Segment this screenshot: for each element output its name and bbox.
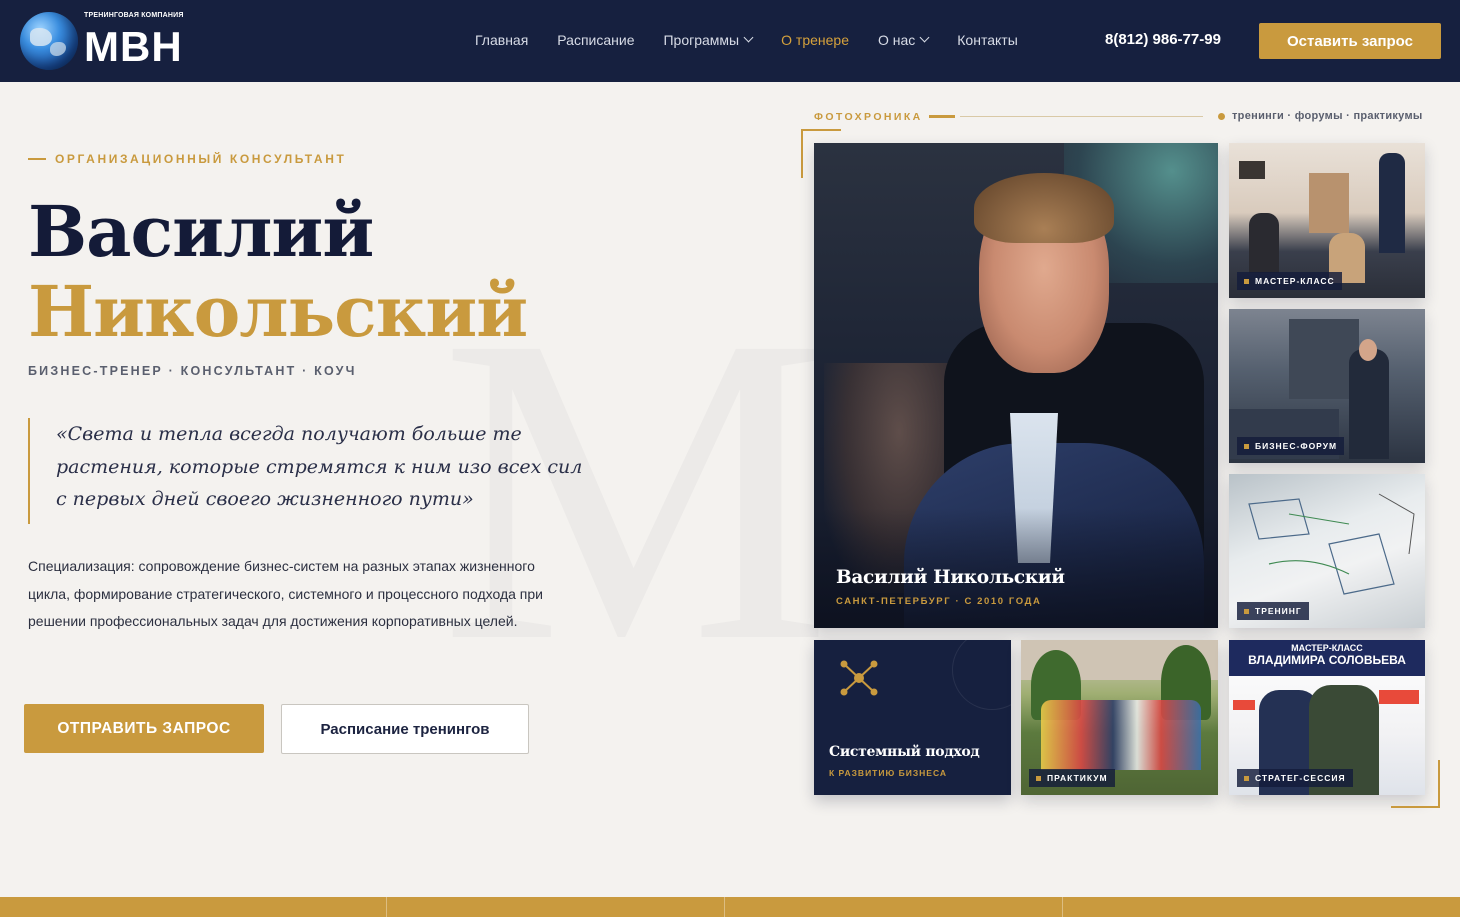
bottom-accent-bar bbox=[0, 897, 1460, 917]
bottom-bar-divider bbox=[1062, 897, 1063, 917]
tile-deco bbox=[1249, 213, 1279, 273]
nav-home[interactable]: Главная bbox=[475, 30, 528, 50]
gallery-tags: тренинги · форумы · практикумы bbox=[1232, 110, 1423, 122]
globe-logo-icon bbox=[20, 12, 78, 70]
nav-programs-label: Программы bbox=[663, 32, 740, 48]
caption-square-icon bbox=[1244, 443, 1249, 449]
caption-square-icon bbox=[1244, 775, 1249, 781]
logo[interactable]: ТРЕНИНГОВАЯ КОМПАНИЯ МВН bbox=[20, 10, 183, 72]
gallery-label: ФОТОХРОНИКА bbox=[814, 111, 923, 123]
chevron-down-icon bbox=[919, 32, 930, 43]
portrait-subtitle: САНКТ-ПЕТЕРБУРГ · С 2010 ГОДА bbox=[836, 596, 1042, 607]
hero-eyebrow: ОРГАНИЗАЦИОННЫЙ КОНСУЛЬТАНТ bbox=[28, 152, 346, 166]
caption-text: БИЗНЕС-ФОРУМ bbox=[1255, 441, 1338, 451]
portrait-name: Василий Никольский bbox=[836, 567, 1065, 588]
gallery-divider bbox=[960, 116, 1203, 117]
caption-square-icon bbox=[1244, 278, 1249, 284]
gallery-accent-line bbox=[929, 115, 955, 118]
tile-deco bbox=[1349, 349, 1389, 459]
photo-tile-training[interactable]: ТРЕНИНГ bbox=[1229, 474, 1425, 628]
photo-tile-business-forum[interactable]: БИЗНЕС-ФОРУМ bbox=[1229, 309, 1425, 463]
poster-line-1: МАСТЕР-КЛАСС bbox=[1291, 643, 1363, 653]
phone-number[interactable]: 8(812) 986-77-99 bbox=[1105, 31, 1221, 48]
eyebrow-dash bbox=[28, 158, 46, 160]
logo-text: ТРЕНИНГОВАЯ КОМПАНИЯ МВН bbox=[84, 12, 184, 70]
leave-request-button[interactable]: Оставить запрос bbox=[1259, 23, 1441, 59]
tile-caption: БИЗНЕС-ФОРУМ bbox=[1237, 437, 1345, 455]
eyebrow-text: ОРГАНИЗАЦИОННЫЙ КОНСУЛЬТАНТ bbox=[55, 152, 347, 166]
caption-square-icon bbox=[1036, 775, 1041, 781]
nav-home-label: Главная bbox=[475, 32, 529, 48]
hero-last-name: Никольский bbox=[28, 270, 528, 353]
decor-ring bbox=[952, 640, 1011, 710]
tile-deco bbox=[1233, 700, 1255, 710]
feature-tile-systemic-approach[interactable]: Системный подход К РАЗВИТИЮ БИЗНЕСА bbox=[814, 640, 1011, 795]
nav-contacts[interactable]: Контакты bbox=[957, 30, 1017, 50]
tile-caption: МАСТЕР-КЛАСС bbox=[1237, 272, 1342, 290]
poster-line-2: ВЛАДИМИРА СОЛОВЬЕВА bbox=[1248, 653, 1406, 667]
tile-caption: ТРЕНИНГ bbox=[1237, 602, 1309, 620]
gallery-dot-icon bbox=[1218, 113, 1225, 120]
tile-deco bbox=[1379, 153, 1405, 253]
site-header: ТРЕНИНГОВАЯ КОМПАНИЯ МВН Главная Расписа… bbox=[0, 0, 1460, 82]
nav-programs[interactable]: Программы bbox=[663, 30, 754, 50]
tile-deco bbox=[1041, 700, 1201, 770]
portrait-hair bbox=[974, 173, 1114, 243]
tile-deco bbox=[1359, 339, 1377, 361]
caption-text: ТРЕНИНГ bbox=[1255, 606, 1302, 616]
tile-caption: ПРАКТИКУМ bbox=[1029, 769, 1115, 787]
main-nav: Главная Расписание Программы О тренере О… bbox=[475, 30, 1047, 50]
nav-about-us[interactable]: О нас bbox=[877, 30, 930, 50]
caption-text: СТРАТЕГ-СЕССИЯ bbox=[1255, 773, 1346, 783]
caption-text: ПРАКТИКУМ bbox=[1047, 773, 1108, 783]
send-request-button[interactable]: ОТПРАВИТЬ ЗАПРОС bbox=[24, 704, 264, 753]
tile-deco bbox=[1379, 690, 1419, 704]
logo-wordmark: МВН bbox=[84, 23, 183, 70]
nav-contacts-label: Контакты bbox=[957, 32, 1018, 48]
chevron-down-icon bbox=[743, 32, 754, 43]
hero-roles: БИЗНЕС-ТРЕНЕР · КОНСУЛЬТАНТ · КОУЧ bbox=[28, 364, 357, 378]
hero-first-name: Василий bbox=[28, 190, 374, 273]
hero-quote: «Света и тепла всегда получают больше те… bbox=[28, 418, 598, 524]
nav-about-us-label: О нас bbox=[877, 32, 916, 48]
photo-tile-master-class[interactable]: МАСТЕР-КЛАСС bbox=[1229, 143, 1425, 298]
nav-about-trainer-label: О тренере bbox=[781, 32, 849, 48]
trainer-portrait[interactable]: Василий Никольский САНКТ-ПЕТЕРБУРГ · С 2… bbox=[814, 143, 1218, 628]
caption-text: МАСТЕР-КЛАСС bbox=[1255, 276, 1335, 286]
tile-deco bbox=[1309, 173, 1349, 233]
tile-deco bbox=[1239, 161, 1265, 179]
nav-schedule[interactable]: Расписание bbox=[557, 30, 634, 50]
tile-caption: СТРАТЕГ-СЕССИЯ bbox=[1237, 769, 1353, 787]
feature-tile-title: Системный подход bbox=[829, 744, 980, 760]
corner-frame-bottom-right bbox=[1391, 760, 1440, 808]
nav-about-trainer[interactable]: О тренере bbox=[781, 30, 849, 50]
caption-square-icon bbox=[1244, 608, 1249, 614]
training-schedule-button[interactable]: Расписание тренингов bbox=[281, 704, 529, 754]
feature-tile-subtitle: К РАЗВИТИЮ БИЗНЕСА bbox=[829, 768, 948, 778]
logo-subtitle: ТРЕНИНГОВАЯ КОМПАНИЯ bbox=[84, 12, 184, 19]
specialization-text: Специализация: сопровождение бизнес-сист… bbox=[28, 558, 543, 629]
photo-tile-practicum[interactable]: ПРАКТИКУМ bbox=[1021, 640, 1218, 795]
bottom-bar-divider bbox=[724, 897, 725, 917]
network-nodes-icon bbox=[840, 660, 878, 696]
bottom-bar-divider bbox=[386, 897, 387, 917]
nav-schedule-label: Расписание bbox=[557, 32, 635, 48]
